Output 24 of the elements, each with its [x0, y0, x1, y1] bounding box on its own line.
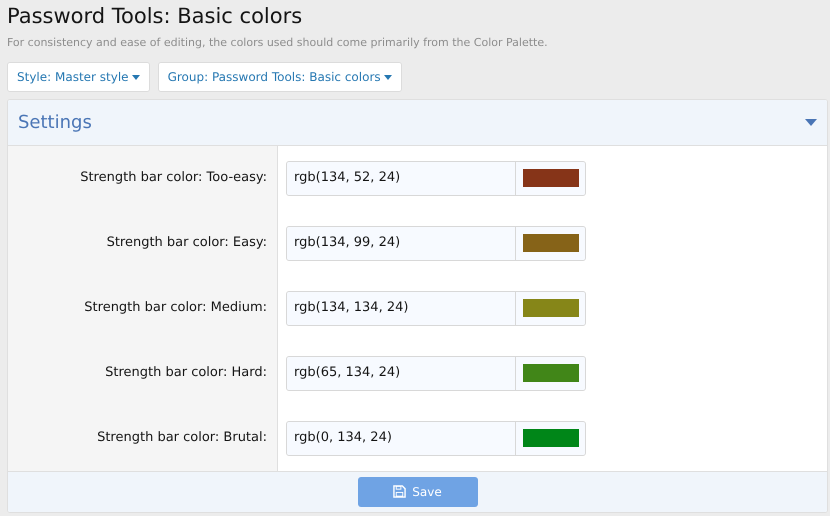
- color-input-field[interactable]: rgb(134, 134, 24): [286, 290, 586, 326]
- color-input-field[interactable]: rgb(134, 99, 24): [286, 226, 586, 261]
- color-swatch[interactable]: [522, 299, 578, 318]
- page-title: Password Tools: Basic colors: [7, 4, 304, 30]
- color-input-field[interactable]: rgb(0, 134, 24): [286, 420, 586, 456]
- setting-label: Strength bar color: Medium:: [8, 276, 278, 341]
- collapse-toggle-icon[interactable]: [805, 118, 817, 126]
- setting-label: Strength bar color: Brutal:: [8, 406, 278, 471]
- filter-dropdown[interactable]: Group: Password Tools: Basic colors: [158, 62, 402, 92]
- page-description: For consistency and ease of editing, the colors used should come primarily from the Color Palette.: [7, 35, 549, 52]
- caret-icon: [132, 74, 140, 80]
- color-input-field[interactable]: rgb(134, 52, 24): [286, 160, 586, 196]
- color-swatch[interactable]: [522, 429, 578, 448]
- caret-icon: [384, 74, 392, 80]
- color-swatch[interactable]: [522, 234, 578, 252]
- color-swatch[interactable]: [522, 364, 578, 382]
- color-input-field[interactable]: rgb(65, 134, 24): [286, 356, 586, 391]
- panel-header[interactable]: Settings: [8, 100, 827, 146]
- filter-dropdown[interactable]: Style: Master style: [7, 62, 150, 92]
- setting-label: Strength bar color: Easy:: [8, 210, 278, 276]
- setting-label: Strength bar color: Hard:: [8, 340, 278, 406]
- color-swatch[interactable]: [522, 169, 578, 188]
- setting-label: Strength bar color: Too-easy:: [8, 146, 278, 211]
- panel-title: Settings: [18, 110, 92, 135]
